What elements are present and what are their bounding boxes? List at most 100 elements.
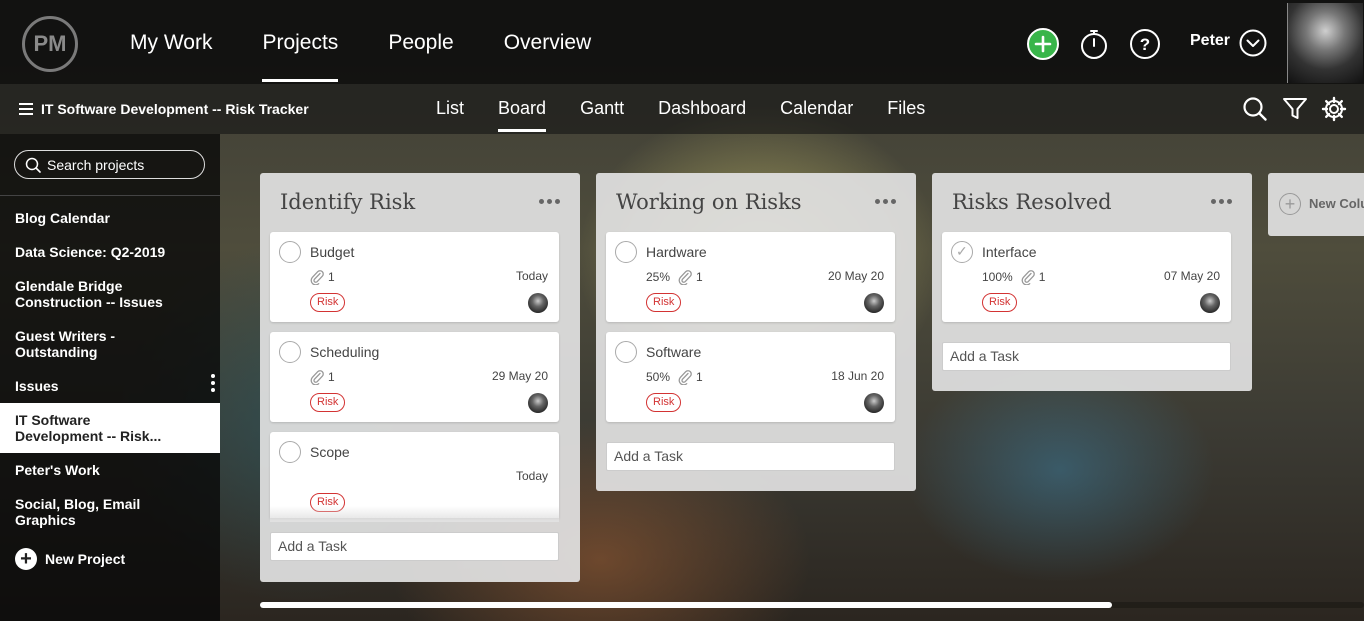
due-date: 07 May 20 xyxy=(1163,269,1220,283)
task-name: Budget xyxy=(310,244,355,260)
complete-checkbox[interactable] xyxy=(279,441,301,463)
project-label: Development -- Risk... xyxy=(15,428,162,444)
tab-dashboard[interactable]: Dashboard xyxy=(658,84,746,134)
project-label: Construction -- Issues xyxy=(15,294,163,310)
task-progress: 50% xyxy=(646,370,671,384)
paperclip-icon xyxy=(678,370,692,385)
due-date: 18 Jun 20 xyxy=(831,369,884,383)
search-icon[interactable] xyxy=(1241,95,1269,123)
project-title-text: IT Software Development -- Risk Tracker xyxy=(41,101,309,117)
board-scrollbar-thumb[interactable] xyxy=(260,602,1112,608)
main-nav: My Work Projects People Overview xyxy=(130,0,641,84)
project-title[interactable]: IT Software Development -- Risk Tracker xyxy=(18,101,309,117)
complete-checkbox[interactable] xyxy=(951,241,973,263)
project-label: Social, Blog, Email xyxy=(15,496,141,512)
task-card[interactable]: Hardware 25% 1 20 May 20 Risk xyxy=(606,232,895,322)
sidebar-item-glendale-bridge[interactable]: Glendale Bridge Construction -- Issues xyxy=(0,278,220,310)
sidebar-item-peters-work[interactable]: Peter's Work xyxy=(0,462,220,478)
nav-people[interactable]: People xyxy=(388,0,453,84)
task-name: Interface xyxy=(982,244,1037,260)
risk-tag: Risk xyxy=(646,293,682,312)
view-tabs: List Board Gantt Dashboard Calendar File… xyxy=(436,84,959,134)
nav-projects[interactable]: Projects xyxy=(262,0,338,84)
sidebar-item-social-blog[interactable]: Social, Blog, Email Graphics xyxy=(0,496,220,528)
attachment-count: 1 xyxy=(696,270,703,284)
gear-icon[interactable] xyxy=(1320,95,1348,123)
assignee-avatar[interactable] xyxy=(1200,293,1220,313)
column-menu-icon[interactable] xyxy=(872,199,896,204)
add-icon[interactable] xyxy=(1027,28,1059,60)
paperclip-icon xyxy=(678,270,692,285)
sidebar-item-data-science[interactable]: Data Science: Q2-2019 xyxy=(0,244,220,260)
tab-files[interactable]: Files xyxy=(887,84,925,134)
project-label: Guest Writers - xyxy=(15,328,116,344)
user-name[interactable]: Peter xyxy=(1190,32,1230,50)
column-title: Risks Resolved xyxy=(952,190,1112,214)
user-avatar[interactable] xyxy=(1287,3,1363,83)
search-projects-input[interactable] xyxy=(47,156,197,173)
sidebar-item-blog-calendar[interactable]: Blog Calendar xyxy=(0,210,220,226)
tab-calendar[interactable]: Calendar xyxy=(780,84,853,134)
complete-checkbox[interactable] xyxy=(615,341,637,363)
assignee-avatar[interactable] xyxy=(864,393,884,413)
search-icon xyxy=(25,157,41,173)
sidebar-item-issues[interactable]: Issues xyxy=(0,378,220,394)
column-title: Identify Risk xyxy=(280,190,416,214)
sidebar-item-it-software[interactable]: IT Software Development -- Risk... xyxy=(0,403,220,453)
add-task-input[interactable]: Add a Task xyxy=(942,342,1231,371)
new-column-button[interactable]: + New Column xyxy=(1268,173,1364,236)
column-menu-icon[interactable] xyxy=(1208,199,1232,204)
add-task-input[interactable]: Add a Task xyxy=(606,442,895,471)
assignee-avatar[interactable] xyxy=(528,293,548,313)
due-date: 29 May 20 xyxy=(491,369,548,383)
task-card[interactable]: Scheduling 1 29 May 20 Risk xyxy=(270,332,559,422)
nav-overview[interactable]: Overview xyxy=(504,0,592,84)
board-column: Risks Resolved Interface 100% 1 07 May 2… xyxy=(932,173,1252,391)
complete-checkbox[interactable] xyxy=(279,341,301,363)
due-date: Today xyxy=(515,269,548,283)
task-card[interactable]: Software 50% 1 18 Jun 20 Risk xyxy=(606,332,895,422)
attachment-count: 1 xyxy=(1038,270,1046,284)
risk-tag: Risk xyxy=(982,293,1018,312)
risk-tag: Risk xyxy=(310,393,346,412)
column-menu-icon[interactable] xyxy=(536,199,560,204)
board-column: Working on Risks Hardware 25% 1 20 May 2… xyxy=(596,173,916,491)
task-progress: 100% xyxy=(982,270,1013,284)
tab-gantt[interactable]: Gantt xyxy=(580,84,624,134)
task-card[interactable]: Budget 1 Today Risk xyxy=(270,232,559,322)
task-card[interactable]: Interface 100% 1 07 May 20 Risk xyxy=(942,232,1231,322)
assignee-avatar[interactable] xyxy=(528,393,548,413)
chevron-down-icon[interactable] xyxy=(1239,29,1267,57)
attachment-count: 1 xyxy=(328,270,335,284)
sidebar-divider xyxy=(0,195,220,196)
task-name: Scheduling xyxy=(310,344,380,360)
new-project-button[interactable]: + New Project xyxy=(15,548,125,570)
task-meta: 1 xyxy=(310,269,335,285)
scroll-fade xyxy=(270,506,559,522)
search-box[interactable] xyxy=(14,150,205,179)
complete-checkbox[interactable] xyxy=(615,241,637,263)
sidebar-item-guest-writers[interactable]: Guest Writers - Outstanding xyxy=(0,328,220,360)
task-meta: 100% 1 xyxy=(982,269,1045,285)
hamburger-icon[interactable] xyxy=(18,102,34,116)
nav-my-work[interactable]: My Work xyxy=(130,0,212,84)
task-meta: 50% 1 xyxy=(646,369,703,385)
more-options-icon[interactable] xyxy=(209,374,217,392)
help-icon[interactable]: ? xyxy=(1129,28,1161,60)
timer-icon[interactable] xyxy=(1078,28,1110,60)
add-task-input[interactable]: Add a Task xyxy=(270,532,559,561)
column-title: Working on Risks xyxy=(616,190,802,214)
tab-list[interactable]: List xyxy=(436,84,464,134)
assignee-avatar[interactable] xyxy=(864,293,884,313)
project-label: Outstanding xyxy=(15,344,98,360)
new-column-label: New Column xyxy=(1309,196,1364,211)
new-project-label: New Project xyxy=(45,551,126,567)
project-sidebar: Blog Calendar Data Science: Q2-2019 Glen… xyxy=(0,134,220,621)
top-bar: PM My Work Projects People Overview ? Pe… xyxy=(0,0,1364,84)
complete-checkbox[interactable] xyxy=(279,241,301,263)
task-meta: 1 xyxy=(310,369,335,385)
attachment-count: 1 xyxy=(328,370,335,384)
app-logo[interactable]: PM xyxy=(22,16,78,72)
tab-board[interactable]: Board xyxy=(498,84,547,134)
filter-icon[interactable] xyxy=(1281,95,1309,123)
